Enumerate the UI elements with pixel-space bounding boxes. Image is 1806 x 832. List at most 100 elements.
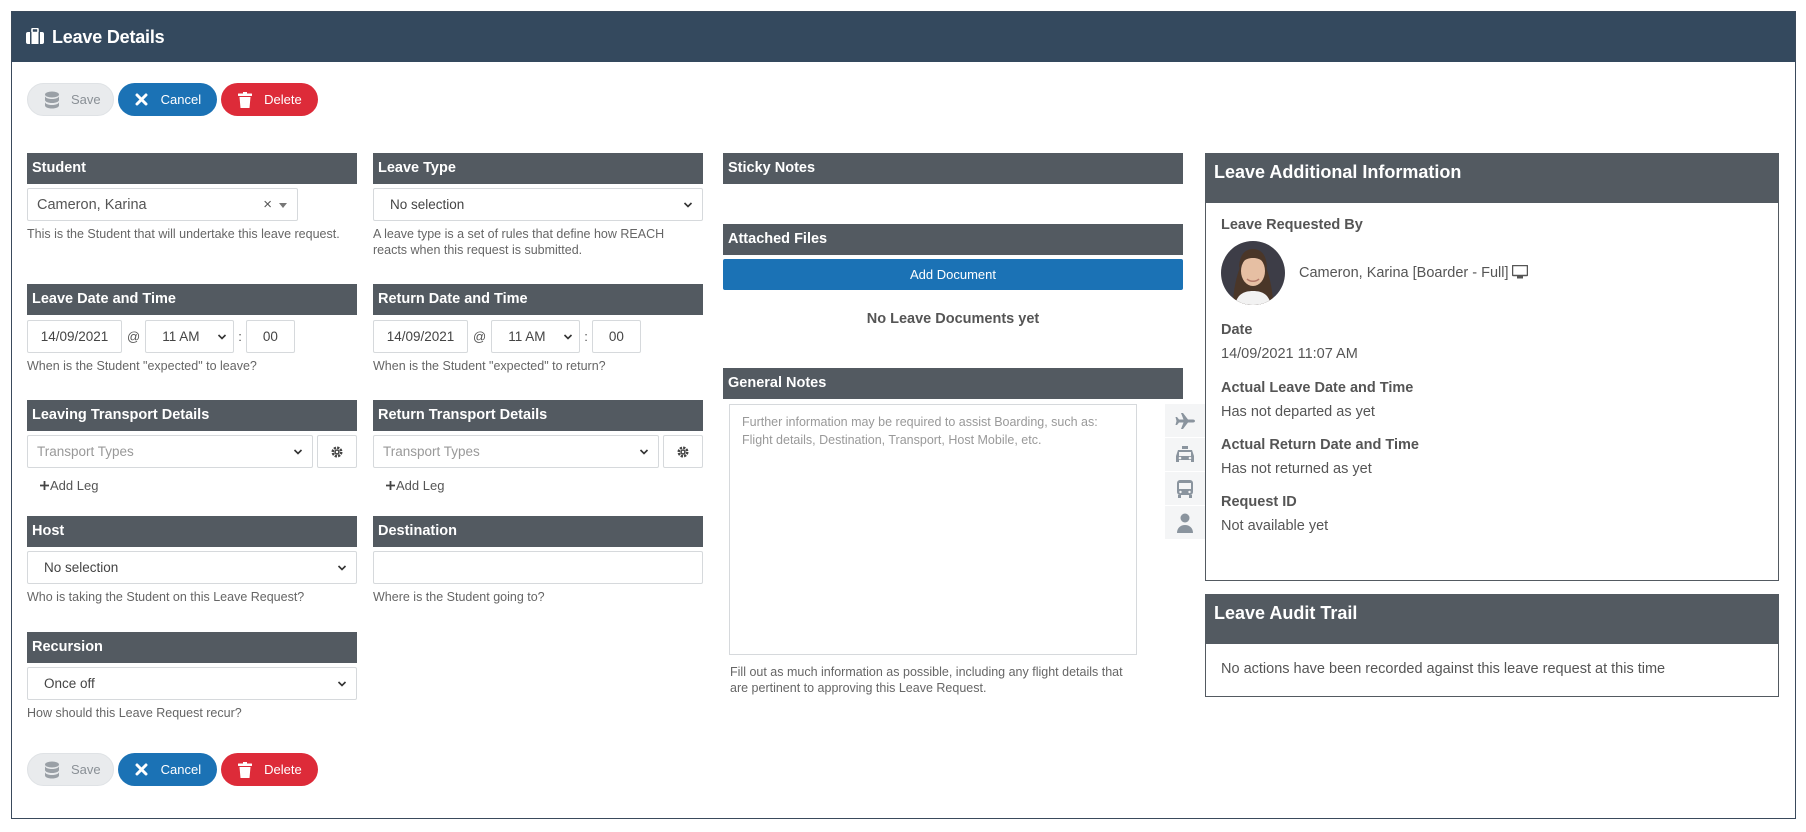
leave-datetime-section: Leave Date and Time 14/09/2021 @ 11 AM :…	[27, 284, 357, 374]
general-notes-section: General Notes	[723, 368, 1183, 399]
leave-datetime-help: When is the Student "expected" to leave?	[27, 359, 257, 373]
chevron-down-icon	[337, 680, 347, 687]
leaving-transport-select[interactable]: Transport Types	[27, 435, 313, 468]
requested-by-value: Cameron, Karina [Boarder - Full]	[1299, 265, 1509, 281]
cancel-button[interactable]: Cancel	[117, 83, 218, 116]
save-label: Save	[71, 762, 101, 777]
page-title: Leave Details	[52, 26, 165, 47]
destination-help: Where is the Student going to?	[373, 590, 545, 604]
attached-files-section: Attached Files Add Document No Leave Doc…	[723, 224, 1183, 327]
bus-icon[interactable]	[1165, 472, 1205, 505]
return-hour-select[interactable]: 11 AM	[491, 320, 581, 353]
leave-type-help-line2: reacts when this request is submitted.	[373, 243, 583, 257]
student-heading: Student	[27, 153, 357, 184]
return-transport-heading: Return Transport Details	[373, 400, 703, 431]
cancel-label: Cancel	[160, 92, 202, 107]
taxi-icon[interactable]	[1165, 438, 1205, 471]
close-icon	[129, 757, 155, 783]
return-datetime-section: Return Date and Time 14/09/2021 @ 11 AM …	[373, 284, 703, 374]
caret-down-icon	[279, 202, 287, 208]
return-add-leg-link[interactable]: Add Leg	[385, 478, 703, 493]
actual-return-value: Has not returned as yet	[1221, 461, 1372, 477]
monitor-icon	[1511, 264, 1528, 282]
delete-button[interactable]: Delete	[221, 83, 318, 116]
destination-section: Destination Where is the Student going t…	[373, 516, 703, 605]
recursion-help: How should this Leave Request recur?	[27, 706, 242, 720]
save-label: Save	[71, 92, 101, 107]
sticky-notes-section: Sticky Notes	[723, 153, 1183, 184]
add-document-button[interactable]: Add Document	[723, 259, 1183, 290]
leave-hour-value: 11 AM	[162, 329, 200, 344]
date-value: 14/09/2021 11:07 AM	[1221, 346, 1358, 362]
additional-info-panel: Leave Additional Information Leave Reque…	[1205, 153, 1779, 581]
leave-minute-input[interactable]: 00	[245, 320, 295, 353]
clear-selection-icon[interactable]: ×	[263, 196, 272, 213]
return-add-leg-label: Add Leg	[396, 478, 445, 493]
student-value: Cameron, Karina	[37, 196, 147, 213]
person-icon[interactable]	[1165, 506, 1205, 539]
notes-placeholder-line1: Further information may be required to a…	[742, 415, 1098, 429]
leave-details-window: Leave Details Save Cancel Delete Student…	[11, 11, 1796, 819]
destination-input[interactable]	[373, 551, 703, 584]
cancel-button[interactable]: Cancel	[117, 753, 218, 786]
host-section: Host No selection Who is taking the Stud…	[27, 516, 357, 605]
host-select[interactable]: No selection	[27, 551, 357, 584]
notes-placeholder-line2: Flight details, Destination, Transport, …	[742, 433, 1042, 447]
chevron-down-icon	[564, 333, 573, 340]
briefcase-icon	[26, 27, 44, 47]
plane-icon[interactable]	[1165, 404, 1205, 437]
trash-icon	[232, 87, 258, 113]
return-minute-input[interactable]: 00	[591, 320, 641, 353]
database-icon	[39, 87, 65, 113]
return-datetime-help: When is the Student "expected" to return…	[373, 359, 606, 373]
attached-files-heading: Attached Files	[723, 224, 1183, 255]
general-notes-textarea[interactable]: Further information may be required to a…	[729, 404, 1137, 655]
save-button[interactable]: Save	[27, 753, 114, 786]
general-notes-heading: General Notes	[723, 368, 1183, 399]
leave-date-input[interactable]: 14/09/2021	[27, 320, 122, 353]
return-transport-placeholder: Transport Types	[383, 444, 480, 459]
chevron-down-icon	[218, 333, 227, 340]
delete-label: Delete	[264, 92, 302, 107]
return-transport-settings-button[interactable]	[663, 435, 703, 468]
delete-button[interactable]: Delete	[221, 753, 318, 786]
avatar	[1221, 241, 1285, 305]
delete-label: Delete	[264, 762, 302, 777]
top-toolbar: Save Cancel Delete	[27, 83, 318, 116]
actual-return-label: Actual Return Date and Time	[1221, 437, 1419, 453]
cancel-label: Cancel	[160, 762, 202, 777]
leaving-add-leg-link[interactable]: Add Leg	[39, 478, 357, 493]
student-select[interactable]: Cameron, Karina ×	[27, 188, 298, 221]
recursion-select[interactable]: Once off	[27, 667, 357, 700]
leave-type-value: No selection	[390, 197, 465, 212]
requested-by-label: Leave Requested By	[1221, 217, 1363, 233]
leave-type-section: Leave Type No selection A leave type is …	[373, 153, 703, 258]
leave-type-select[interactable]: No selection	[373, 188, 703, 221]
actual-leave-value: Has not departed as yet	[1221, 404, 1375, 420]
bottom-toolbar: Save Cancel Delete	[27, 753, 318, 786]
leave-type-help-line1: A leave type is a set of rules that defi…	[373, 227, 665, 241]
save-button[interactable]: Save	[27, 83, 114, 116]
return-transport-select[interactable]: Transport Types	[373, 435, 659, 468]
audit-trail-message: No actions have been recorded against th…	[1221, 661, 1666, 677]
leave-datetime-heading: Leave Date and Time	[27, 284, 357, 315]
at-symbol: @	[473, 329, 487, 344]
notes-help-line2: are pertinent to approving this Leave Re…	[730, 681, 987, 695]
host-value: No selection	[44, 560, 119, 575]
chevron-down-icon	[293, 448, 303, 455]
leave-hour-select[interactable]: 11 AM	[145, 320, 235, 353]
return-date-input[interactable]: 14/09/2021	[373, 320, 468, 353]
gear-icon	[331, 446, 343, 457]
chevron-down-icon	[337, 564, 347, 571]
additional-info-heading: Leave Additional Information	[1206, 154, 1778, 203]
request-id-label: Request ID	[1221, 494, 1297, 510]
leaving-transport-settings-button[interactable]	[317, 435, 357, 468]
return-datetime-heading: Return Date and Time	[373, 284, 703, 315]
leave-type-heading: Leave Type	[373, 153, 703, 184]
general-notes-help: Fill out as much information as possible…	[730, 664, 1150, 696]
colon-separator: :	[584, 329, 588, 344]
recursion-value: Once off	[44, 676, 95, 691]
recursion-heading: Recursion	[27, 632, 357, 663]
close-icon	[129, 87, 155, 113]
sticky-notes-heading: Sticky Notes	[723, 153, 1183, 184]
